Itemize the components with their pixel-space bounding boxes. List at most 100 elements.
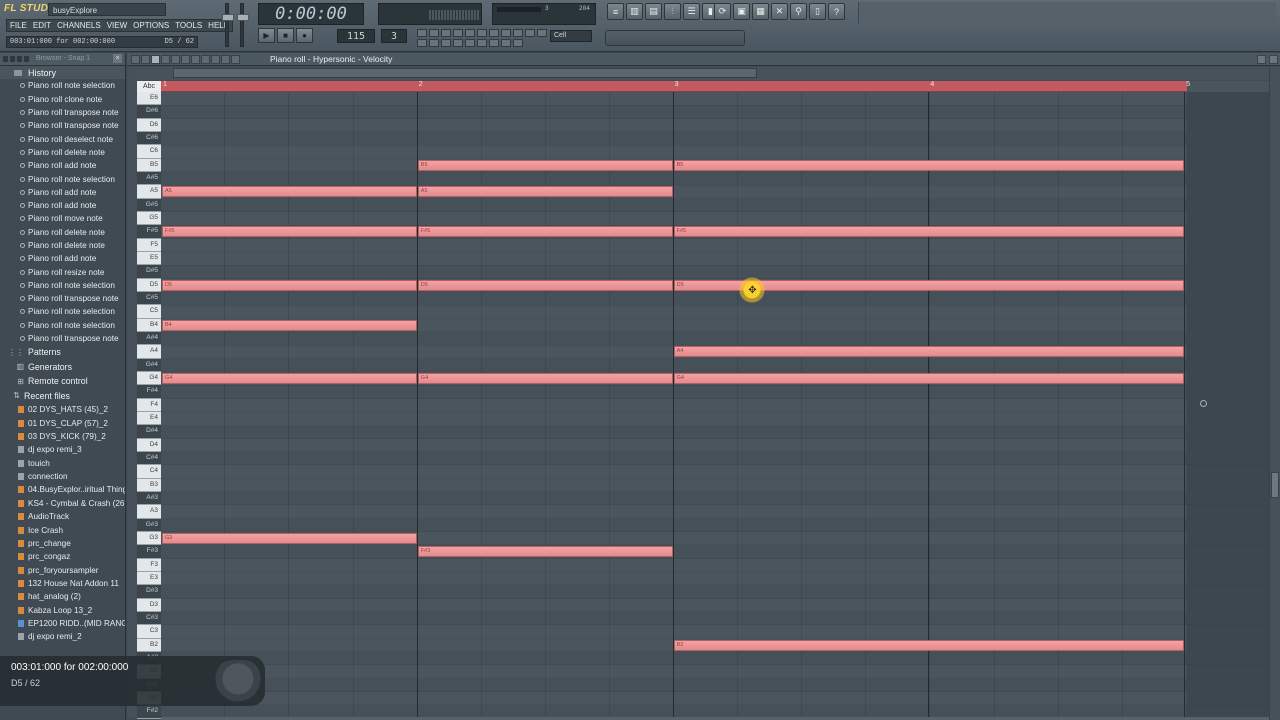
recent-file-item[interactable]: dj expo remi_3 — [0, 443, 125, 456]
master-volume-slider[interactable] — [222, 3, 234, 47]
note-block[interactable]: G4 — [417, 372, 673, 384]
piano-key[interactable]: F#5 — [137, 225, 161, 239]
piano-key[interactable]: F5 — [137, 238, 161, 252]
maximize-icon[interactable] — [1257, 55, 1266, 64]
song-time-display[interactable]: 0:00:00 — [258, 3, 364, 25]
menu-file[interactable]: FILE — [7, 20, 30, 31]
note-names-toggle[interactable]: Abc — [137, 81, 161, 92]
recent-file-item[interactable]: AudioTrack — [0, 510, 125, 523]
notes-icon[interactable]: ▯ — [809, 3, 826, 20]
note-block[interactable]: G4 — [673, 372, 1185, 384]
note-block[interactable]: A4 — [673, 346, 1185, 358]
history-item[interactable]: Piano roll transpose note — [0, 332, 125, 345]
recent-file-item[interactable]: 04.BusyExplor..iritual Thing — [0, 483, 125, 496]
piano-key[interactable]: B2 — [137, 638, 161, 652]
recent-file-item[interactable]: dj expo remi_2 — [0, 630, 125, 643]
recent-file-item[interactable]: 03 DYS_KICK (79)_2 — [0, 430, 125, 443]
piano-key[interactable]: E4 — [137, 411, 161, 426]
piano-key[interactable]: D6 — [137, 118, 161, 132]
section-patterns[interactable]: ⋮⋮ Patterns — [0, 345, 125, 360]
piano-key[interactable]: D4 — [137, 438, 161, 452]
close-window-icon[interactable] — [1269, 55, 1278, 64]
menu-options[interactable]: OPTIONS — [130, 20, 172, 31]
recent-file-item[interactable]: Kabza Loop 13_2 — [0, 603, 125, 616]
recent-file-item[interactable]: prc_foryoursampler — [0, 563, 125, 576]
piano-key[interactable]: G#3 — [137, 518, 161, 532]
arrow-left-icon[interactable] — [231, 55, 240, 64]
recent-file-item[interactable]: 132 House Nat Addon 11 — [0, 577, 125, 590]
piano-key[interactable]: G#5 — [137, 198, 161, 212]
mixer-icon[interactable]: ⫶ — [664, 3, 681, 20]
note-grid[interactable]: B5 B5 A5 A5 F#5 F#5 F#5 D5 D5 D5 B4 A4 G4 G4 G4 G3 F#3 B2 — [161, 92, 1187, 719]
zoom-tool-icon[interactable] — [211, 55, 220, 64]
note-block[interactable]: F#3 — [417, 546, 673, 558]
options-icon[interactable] — [131, 55, 140, 64]
slice-tool-icon[interactable] — [191, 55, 200, 64]
help-icon[interactable]: ? — [828, 3, 845, 20]
section-remote-control[interactable]: ⊞ Remote control — [0, 374, 125, 389]
piano-key[interactable]: D#3 — [137, 585, 161, 599]
history-item[interactable]: Piano roll note selection — [0, 305, 125, 318]
playlist-icon[interactable]: ≡ — [607, 3, 624, 20]
online-icon[interactable]: ⟳ — [714, 3, 731, 20]
paint-icon[interactable] — [161, 55, 170, 64]
piano-key[interactable]: B4 — [137, 318, 161, 332]
piano-key[interactable]: C3 — [137, 625, 161, 639]
note-block[interactable]: B4 — [162, 319, 417, 331]
delete-tool-icon[interactable] — [171, 55, 180, 64]
pattern-number[interactable]: 3 — [381, 29, 407, 43]
history-item[interactable]: Piano roll note selection — [0, 279, 125, 292]
piano-key[interactable]: D#6 — [137, 105, 161, 119]
record-button[interactable]: ● — [296, 28, 313, 43]
note-grid-after-end[interactable] — [1187, 92, 1269, 719]
piano-key[interactable]: B3 — [137, 478, 161, 492]
piano-key[interactable]: A5 — [137, 185, 161, 199]
note-block[interactable]: A5 — [417, 186, 673, 198]
piano-key[interactable]: E6 — [137, 92, 161, 106]
piano-key[interactable]: F#3 — [137, 545, 161, 559]
note-block[interactable]: G4 — [162, 372, 417, 384]
history-item[interactable]: Piano roll resize note — [0, 265, 125, 278]
zoom-icon[interactable]: ⚲ — [790, 3, 807, 20]
history-item[interactable]: Piano roll transpose note — [0, 292, 125, 305]
history-item[interactable]: Piano roll transpose note — [0, 119, 125, 132]
horizontal-scrollbar[interactable] — [173, 68, 757, 78]
note-block[interactable]: F#5 — [673, 226, 1185, 238]
note-block[interactable]: D5 — [162, 279, 417, 291]
note-block[interactable]: B2 — [673, 639, 1185, 651]
recent-files-folder[interactable]: ⇅ Recent files — [0, 389, 125, 404]
menu-tools[interactable]: TOOLS — [172, 20, 205, 31]
piano-key[interactable]: A4 — [137, 345, 161, 359]
recent-file-item[interactable]: KS4 - Cymbal & Crash (26) — [0, 497, 125, 510]
piano-key[interactable]: G3 — [137, 531, 161, 546]
piano-key[interactable]: C4 — [137, 465, 161, 479]
select-tool-icon[interactable] — [201, 55, 210, 64]
magnet-icon[interactable] — [141, 55, 150, 64]
recording-options[interactable] — [417, 29, 547, 47]
note-block[interactable]: F#5 — [162, 226, 417, 238]
piano-key[interactable]: D3 — [137, 598, 161, 612]
piano-key[interactable]: D#4 — [137, 425, 161, 439]
history-item[interactable]: Piano roll delete note — [0, 226, 125, 239]
vertical-scroll-thumb[interactable] — [1271, 472, 1279, 498]
piano-key[interactable]: A#5 — [137, 171, 161, 186]
history-item[interactable]: Piano roll note selection — [0, 172, 125, 185]
note-block[interactable]: B5 — [673, 159, 1185, 171]
history-item[interactable]: Piano roll delete note — [0, 146, 125, 159]
vertical-scrollbar[interactable] — [1269, 67, 1280, 720]
piano-roll-icon[interactable]: ▥ — [626, 3, 643, 20]
piano-key[interactable]: B5 — [137, 158, 161, 172]
browser-icon[interactable]: ☰ — [683, 3, 700, 20]
piano-roll-titlebar[interactable]: Piano roll - Hypersonic - Velocity — [127, 53, 1280, 66]
piano-key[interactable]: F3 — [137, 558, 161, 572]
piano-key[interactable]: D5 — [137, 278, 161, 292]
piano-key[interactable]: D#5 — [137, 265, 161, 279]
recent-file-item[interactable]: EP1200 RIDD..(MID RANGE) — [0, 617, 125, 630]
stop-button[interactable]: ■ — [277, 28, 294, 43]
recent-file-item[interactable]: prc_change — [0, 537, 125, 550]
recent-file-item[interactable]: touich — [0, 457, 125, 470]
save-icon[interactable]: ▦ — [752, 3, 769, 20]
piano-key[interactable]: G5 — [137, 211, 161, 226]
history-item[interactable]: Piano roll add note — [0, 199, 125, 212]
piano-key[interactable]: C#4 — [137, 451, 161, 466]
